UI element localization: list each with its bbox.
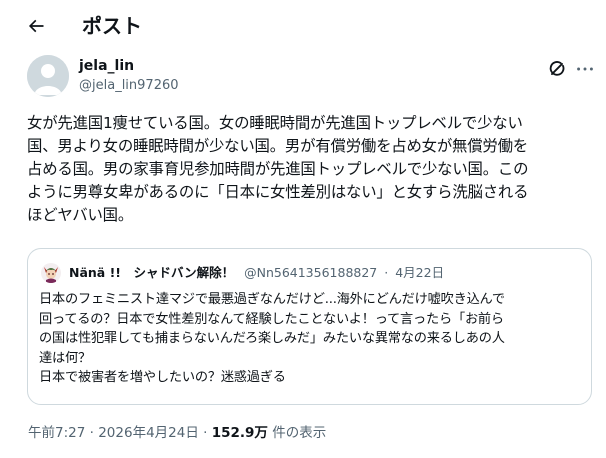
quote-text: 日本のフェミニスト達マジで最悪過ぎなんだけど...海外にどんだけ嘘吹き込んで 回… <box>39 292 505 385</box>
quoted-post[interactable]: Nänä !! シャドバン解除！ @Nn5641356188827 · 4月22… <box>27 248 592 405</box>
post-time[interactable]: 午前7:27 <box>28 425 85 441</box>
arrow-left-icon <box>28 19 44 33</box>
post-date[interactable]: 2026年4月24日 <box>98 425 199 441</box>
page-title: ポスト <box>82 14 142 38</box>
grok-button[interactable] <box>546 58 568 80</box>
author-handle[interactable]: @jela_lin97260 <box>79 77 179 94</box>
quote-author-handle: @Nn5641356188827 <box>244 265 378 280</box>
quote-author-name: Nänä !! シャドバン解除！ <box>69 265 235 280</box>
meta-separator: · <box>203 425 208 441</box>
back-button[interactable] <box>22 12 50 40</box>
tweet-text: 女が先進国1痩せている国。女の睡眠時間が先進国トップレベルで少ない 国、男より女… <box>27 114 529 224</box>
quote-date: 4月22日 <box>395 265 445 280</box>
more-horizontal-icon <box>577 67 593 71</box>
default-avatar-icon <box>27 55 69 97</box>
author-display-name[interactable]: jela_lin <box>79 57 134 75</box>
post-meta: 午前7:27 · 2026年4月24日 · 152.9万 件の表示 <box>28 423 326 443</box>
character-avatar-icon <box>41 263 61 283</box>
header: ポスト <box>0 0 606 52</box>
quote-avatar <box>41 263 61 283</box>
quote-separator: · <box>384 265 389 280</box>
more-options-button[interactable] <box>574 58 596 80</box>
view-label: 件の表示 <box>272 425 327 441</box>
quote-header: Nänä !! シャドバン解除！ @Nn5641356188827 · 4月22… <box>69 263 444 283</box>
meta-separator: · <box>89 425 94 441</box>
view-count: 152.9万 <box>211 425 268 441</box>
avatar[interactable] <box>27 55 69 97</box>
grok-icon <box>549 61 565 76</box>
